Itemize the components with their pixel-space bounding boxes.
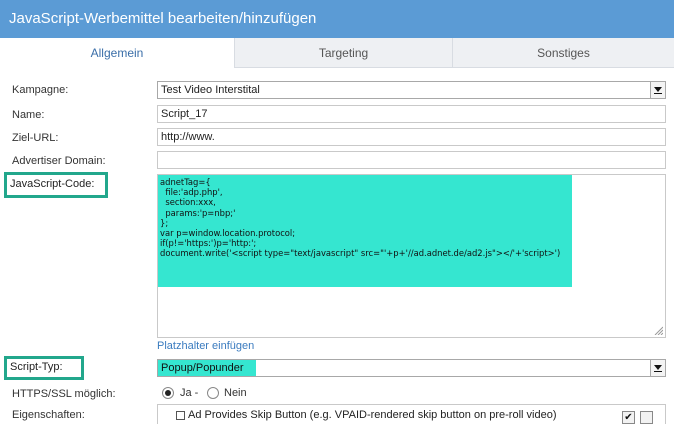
tab-allgemein[interactable]: Allgemein — [0, 38, 234, 68]
script-typ-label-highlight: Script-Typ: — [4, 356, 84, 380]
javascript-code-label-highlight: JavaScript-Code: — [4, 172, 108, 198]
clear-check-button[interactable] — [640, 411, 653, 424]
tab-bar: Allgemein Targeting Sonstiges — [0, 38, 674, 68]
eigenschaften-label: Eigenschaften: — [12, 409, 85, 421]
ziel-url-label: Ziel-URL: — [12, 132, 59, 144]
https-ja-radio[interactable] — [162, 387, 174, 399]
script-typ-label: Script-Typ: — [10, 361, 63, 373]
select-all-check-button[interactable]: ✔ — [622, 411, 635, 424]
https-nein-radio[interactable] — [207, 387, 219, 399]
script-typ-value: Popup/Popunder — [158, 360, 256, 376]
javascript-code-content: adnetTag={ file:'adp.php', section:xxx, … — [158, 175, 572, 287]
tab-targeting[interactable]: Targeting — [234, 38, 452, 68]
dropdown-arrow-icon[interactable] — [650, 82, 665, 98]
kampagne-value: Test Video Interstital — [161, 84, 260, 96]
name-input[interactable]: Script_17 — [157, 105, 666, 123]
https-nein-label: Nein — [224, 387, 247, 399]
resize-handle-icon[interactable] — [653, 325, 663, 335]
skip-button-checkbox[interactable] — [176, 411, 185, 420]
advertiser-domain-input[interactable] — [157, 151, 666, 169]
https-ja-label: Ja - — [180, 387, 199, 399]
skip-button-label: Ad Provides Skip Button (e.g. VPAID-rend… — [188, 409, 557, 421]
tab-sonstiges[interactable]: Sonstiges — [452, 38, 674, 68]
dropdown-arrow-icon[interactable] — [650, 360, 665, 376]
kampagne-select[interactable]: Test Video Interstital — [157, 81, 666, 99]
platzhalter-einfuegen-link[interactable]: Platzhalter einfügen — [157, 340, 254, 352]
name-label: Name: — [12, 109, 45, 121]
javascript-code-label: JavaScript-Code: — [10, 178, 95, 190]
https-label: HTTPS/SSL möglich: — [12, 388, 116, 400]
dialog-title: JavaScript-Werbemittel bearbeiten/hinzuf… — [0, 0, 674, 38]
advertiser-domain-label: Advertiser Domain: — [12, 155, 106, 167]
ziel-url-input[interactable]: http://www. — [157, 128, 666, 146]
kampagne-label: Kampagne: — [12, 84, 69, 96]
